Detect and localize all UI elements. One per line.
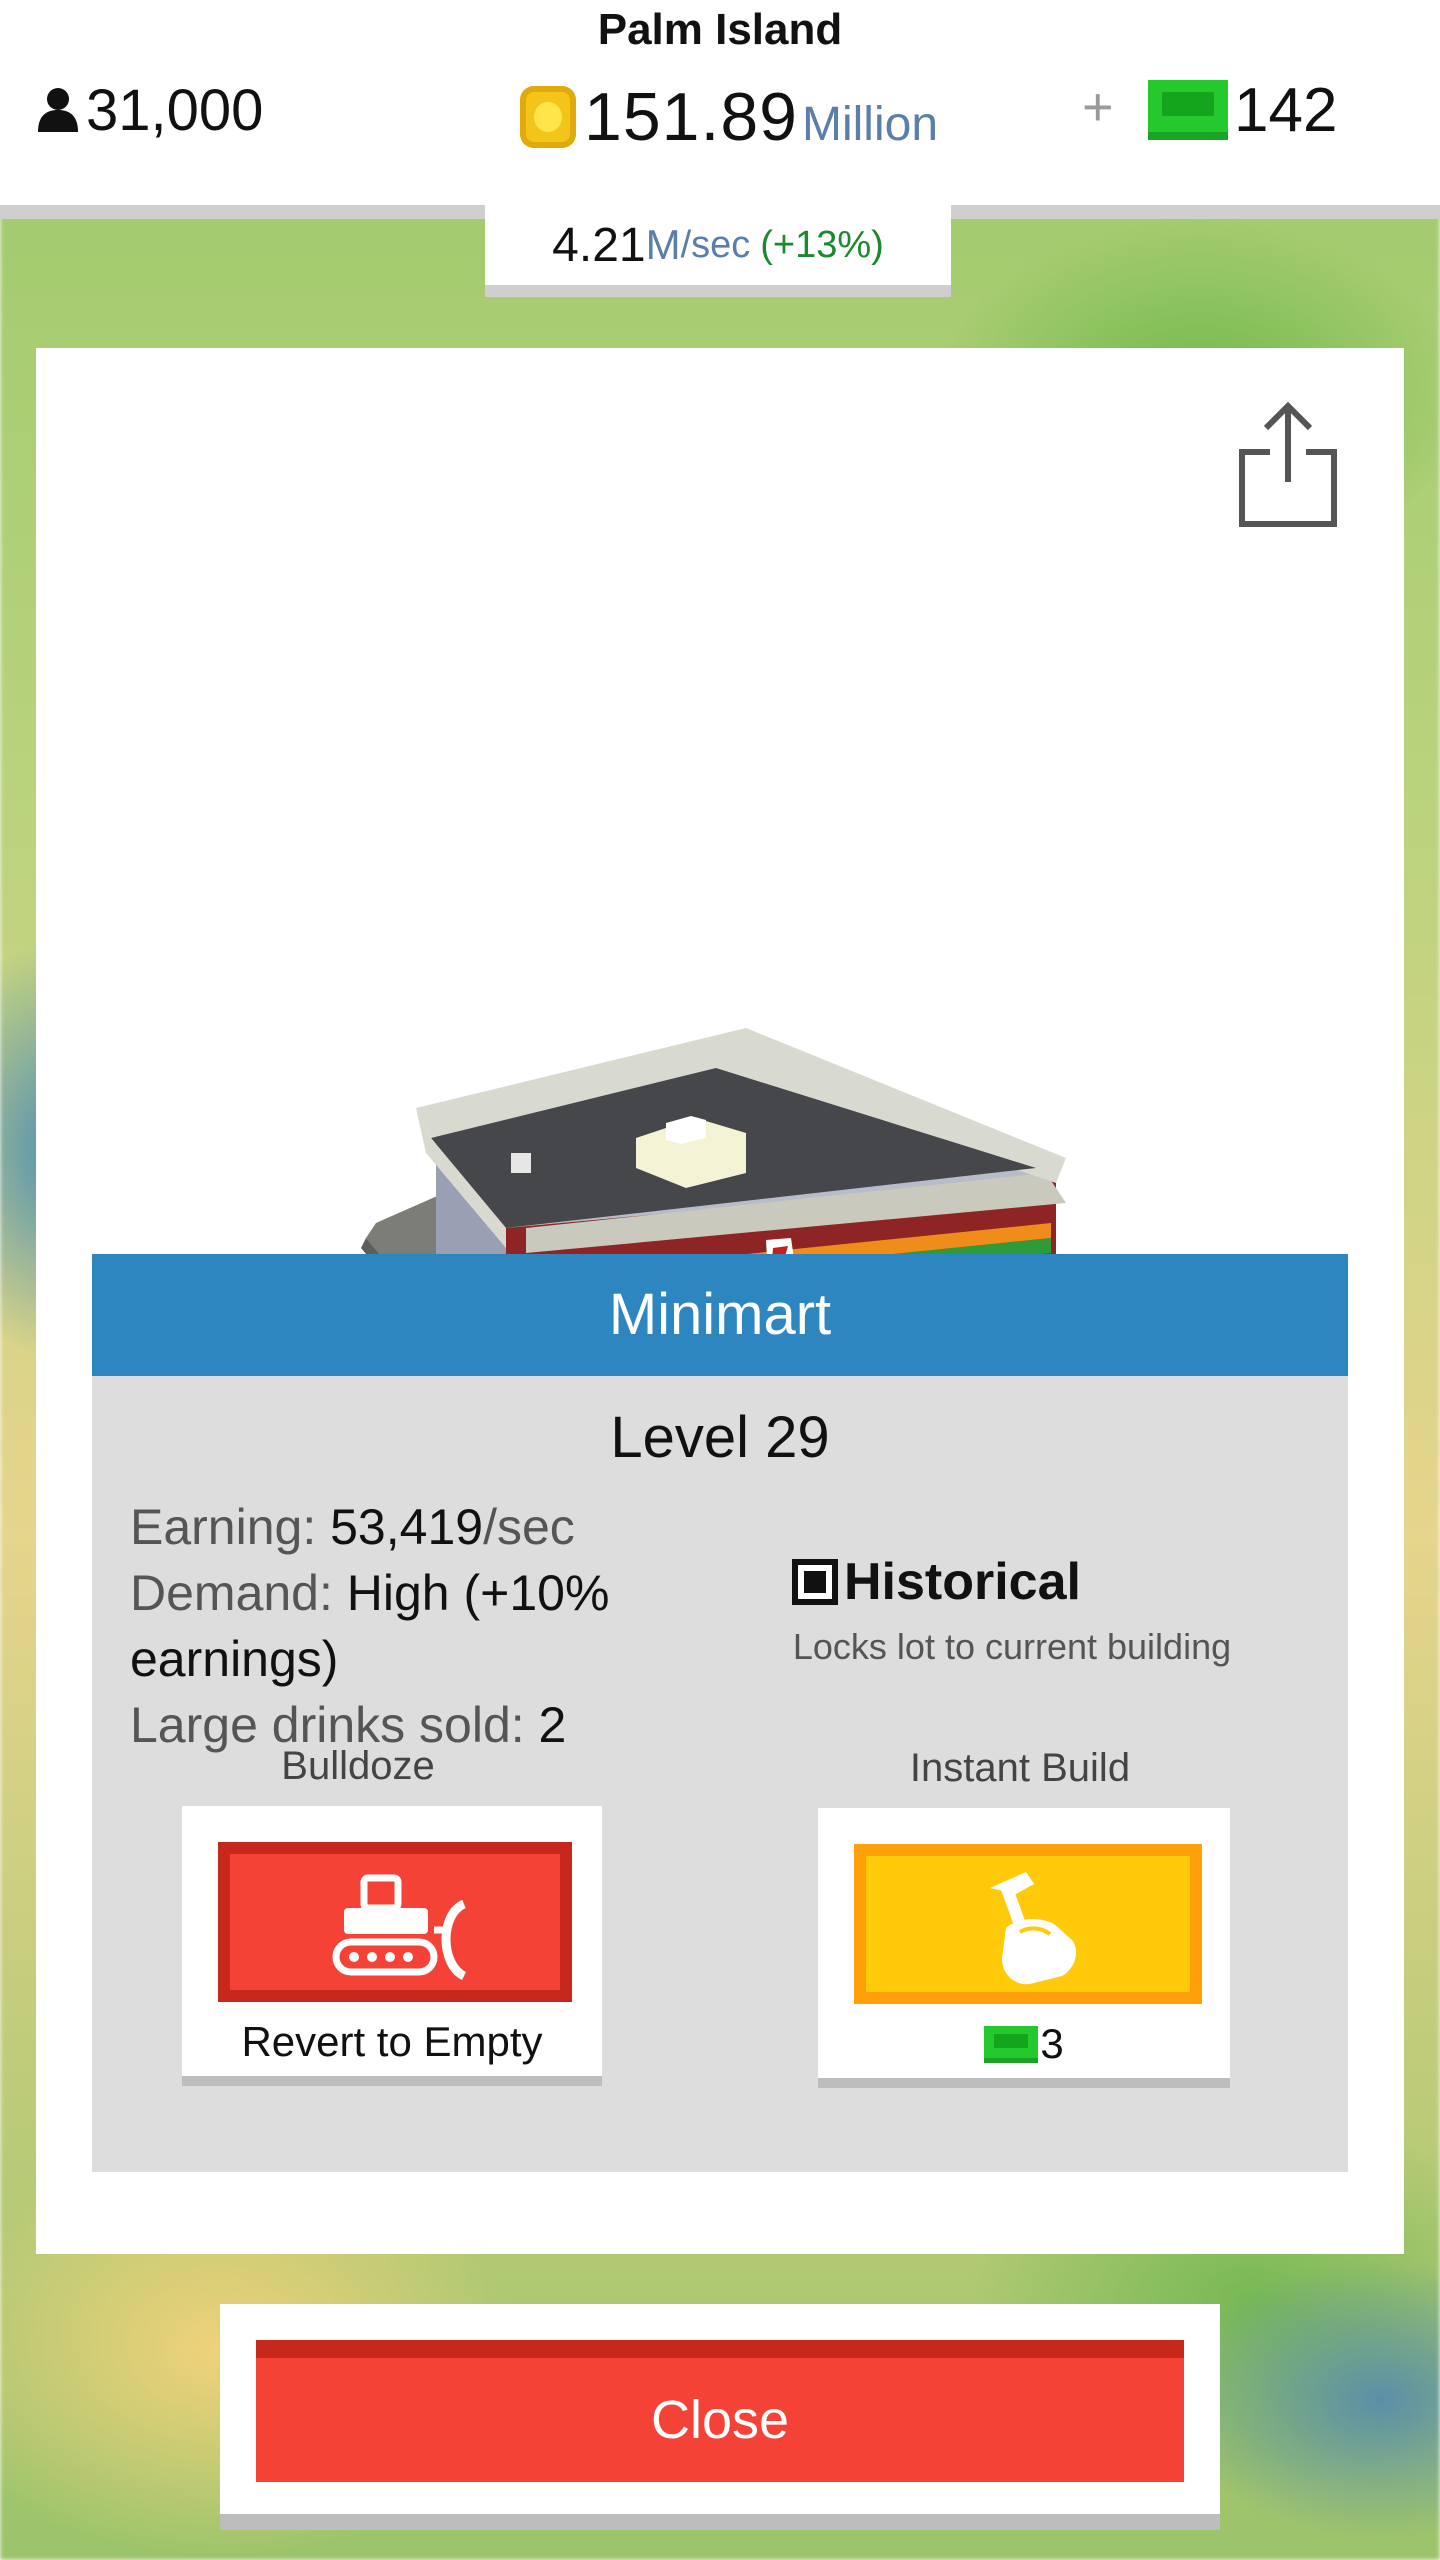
top-hud: Palm Island 31,000 151.89 Million + 142 bbox=[0, 0, 1440, 219]
instant-build-label: Instant Build bbox=[909, 1746, 1131, 1790]
share-icon[interactable] bbox=[1236, 398, 1340, 530]
rate-value: 4.21 bbox=[552, 218, 646, 272]
building-level: Level 29 bbox=[610, 1405, 830, 1470]
island-name: Palm Island bbox=[597, 5, 843, 54]
earning-unit: /sec bbox=[483, 1499, 575, 1555]
demand-row: Demand: High (+10% earnings) bbox=[130, 1560, 690, 1692]
building-info: Minimart Level 29 Earning: 53,419/sec De… bbox=[92, 1254, 1348, 2172]
bulldoze-caption: Revert to Empty bbox=[241, 2018, 543, 2065]
instant-build-action[interactable] bbox=[854, 1844, 1202, 2004]
building-stats: Earning: 53,419/sec Demand: High (+10% e… bbox=[130, 1494, 690, 1758]
rate-unit-m: M bbox=[645, 221, 681, 268]
money-value: 151.89 bbox=[584, 79, 798, 155]
population-value: 31,000 bbox=[86, 77, 264, 143]
earning-row: Earning: 53,419/sec bbox=[130, 1494, 690, 1560]
historical-toggle[interactable]: Historical bbox=[792, 1552, 1081, 1612]
cash-icon bbox=[984, 2025, 1039, 2063]
money-unit: Million bbox=[801, 97, 939, 151]
historical-label: Historical bbox=[844, 1553, 1081, 1611]
person-icon bbox=[38, 88, 78, 132]
bulldoze-label: Bulldoze bbox=[281, 1744, 435, 1788]
population-counter: 31,000 bbox=[36, 70, 263, 150]
bulldozer-icon bbox=[332, 1874, 467, 1981]
instant-build-button[interactable]: 3 bbox=[818, 1808, 1230, 2088]
cash-counter[interactable]: 142 bbox=[1148, 70, 1337, 150]
buy-cash-button[interactable]: + bbox=[1082, 76, 1114, 138]
historical-description: Locks lot to current building bbox=[792, 1626, 1232, 1667]
earning-label: Earning: bbox=[130, 1499, 331, 1555]
rate-percent: (+13%) bbox=[760, 223, 884, 266]
building-name: Minimart bbox=[92, 1254, 1348, 1376]
money-counter: 151.89 Million bbox=[520, 72, 938, 162]
demand-label: Demand: bbox=[130, 1565, 347, 1621]
income-rate: 4.21 M /sec (+13%) bbox=[485, 205, 951, 297]
close-button-frame: Close bbox=[220, 2304, 1220, 2530]
instant-build-cost: 3 bbox=[818, 2020, 1230, 2068]
cash-icon bbox=[1148, 80, 1228, 140]
earning-value: 53,419 bbox=[330, 1499, 484, 1555]
building-panel: Minimart Level 29 Earning: 53,419/sec De… bbox=[36, 348, 1404, 2254]
coin-icon bbox=[520, 86, 576, 148]
historical-checkbox[interactable] bbox=[792, 1559, 838, 1605]
cash-value: 142 bbox=[1234, 75, 1338, 145]
hammer-hand-icon bbox=[990, 1872, 1077, 1985]
bulldoze-action[interactable] bbox=[218, 1842, 572, 2002]
bulldoze-button[interactable]: Revert to Empty bbox=[182, 1806, 602, 2086]
close-button[interactable]: Close bbox=[256, 2340, 1184, 2482]
instant-build-cost-value: 3 bbox=[1040, 2020, 1064, 2067]
rate-unit-sec: /sec bbox=[680, 223, 751, 266]
